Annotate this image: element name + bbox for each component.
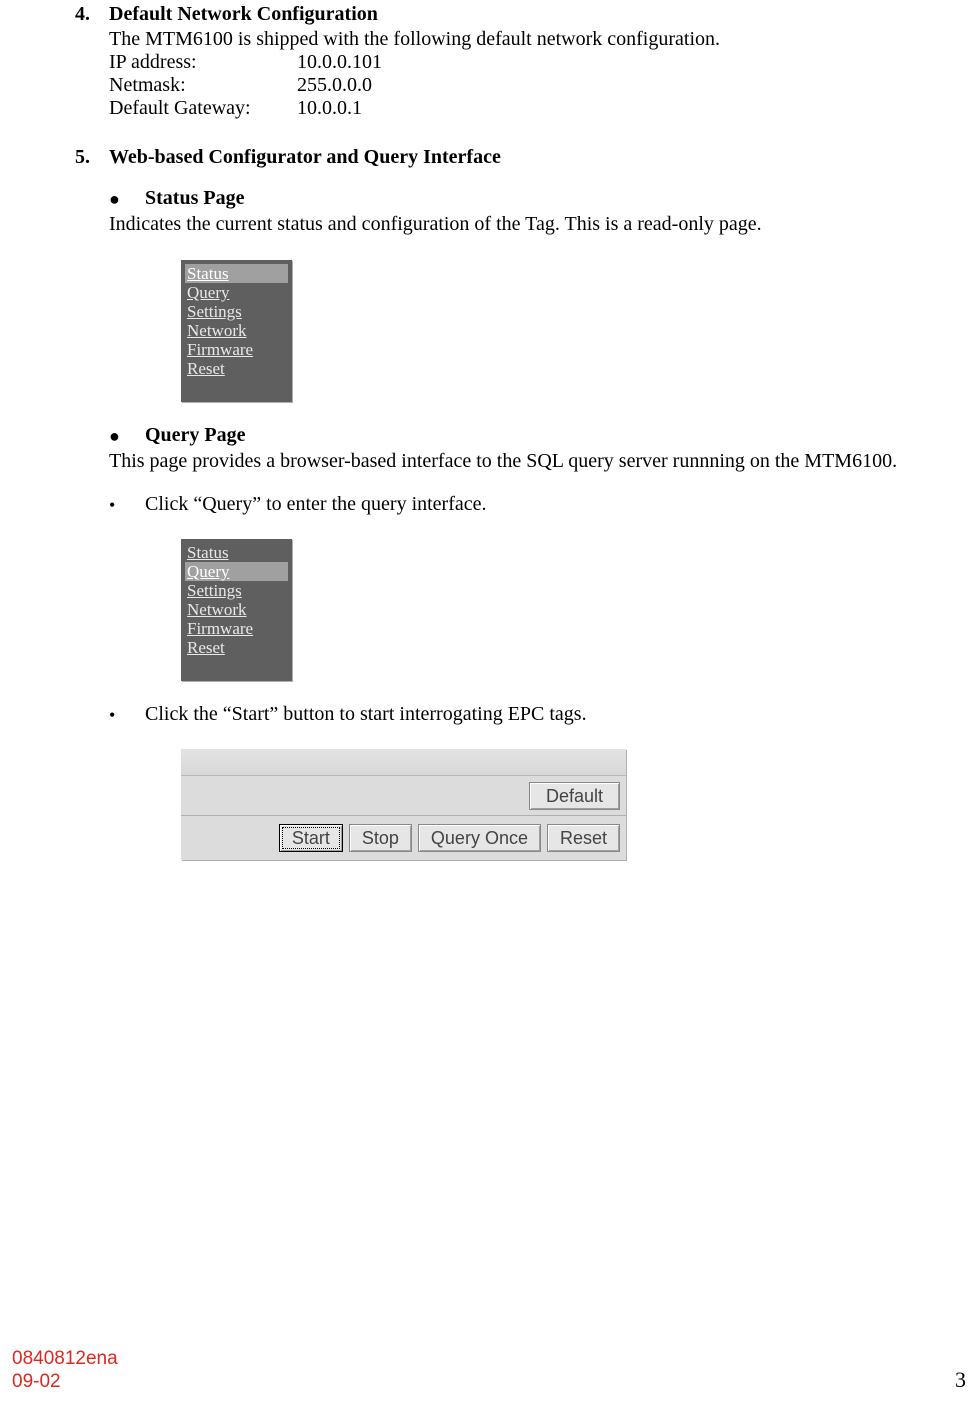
menu-item-reset[interactable]: Reset	[185, 638, 288, 657]
net-value: 10.0.0.101	[297, 51, 382, 74]
section-number: 5.	[75, 146, 109, 169]
net-label: Default Gateway:	[109, 97, 297, 120]
button-bar-screenshot: Default Start Stop Query Once Reset	[181, 749, 626, 860]
net-row-ip: IP address: 10.0.0.101	[109, 51, 950, 74]
query-once-button[interactable]: Query Once	[418, 824, 541, 852]
menu-item-network[interactable]: Network	[185, 321, 288, 340]
start-button[interactable]: Start	[279, 824, 343, 852]
query-page-heading: Query Page	[145, 424, 246, 448]
menu-item-settings[interactable]: Settings	[185, 302, 288, 321]
bullet-icon: •	[109, 703, 145, 727]
menu-item-reset[interactable]: Reset	[185, 359, 288, 378]
query-step-2-text: Click the “Start” button to start interr…	[145, 703, 587, 727]
query-page-bullet: ● Query Page	[109, 424, 950, 448]
stop-button[interactable]: Stop	[349, 824, 412, 852]
section-5-heading: 5. Web-based Configurator and Query Inte…	[75, 146, 950, 169]
status-page-bullet: ● Status Page	[109, 187, 950, 211]
menu-item-query[interactable]: Query	[185, 562, 288, 581]
status-page-desc: Indicates the current status and configu…	[109, 213, 950, 236]
net-label: Netmask:	[109, 74, 297, 97]
net-value: 10.0.0.1	[297, 97, 362, 120]
section-number: 4.	[75, 3, 109, 26]
status-page-heading: Status Page	[145, 187, 244, 211]
menu-item-query[interactable]: Query	[185, 283, 288, 302]
menu-item-status[interactable]: Status	[185, 543, 288, 562]
net-row-mask: Netmask: 255.0.0.0	[109, 74, 950, 97]
section-4-intro: The MTM6100 is shipped with the followin…	[109, 28, 950, 51]
menu-item-firmware[interactable]: Firmware	[185, 619, 288, 638]
menu-item-firmware[interactable]: Firmware	[185, 340, 288, 359]
footer-code: 0840812ena	[12, 1347, 118, 1370]
section-4-body: The MTM6100 is shipped with the followin…	[109, 28, 950, 120]
net-value: 255.0.0.0	[297, 74, 372, 97]
section-title: Web-based Configurator and Query Interfa…	[109, 146, 501, 169]
page-number: 3	[955, 1367, 966, 1393]
query-step-1: • Click “Query” to enter the query inter…	[109, 493, 950, 517]
default-button[interactable]: Default	[529, 782, 620, 810]
nav-menu-screenshot-query: Status Query Settings Network Firmware R…	[181, 539, 292, 681]
net-label: IP address:	[109, 51, 297, 74]
menu-item-settings[interactable]: Settings	[185, 581, 288, 600]
bullet-icon: ●	[109, 187, 145, 211]
footer-doc-info: 0840812ena 09-02	[12, 1347, 118, 1393]
nav-menu-screenshot-status: Status Query Settings Network Firmware R…	[181, 260, 292, 402]
toolbar-strip	[181, 749, 626, 776]
section-title: Default Network Configuration	[109, 3, 378, 26]
query-step-2: • Click the “Start” button to start inte…	[109, 703, 950, 727]
menu-item-status[interactable]: Status	[185, 264, 288, 283]
menu-item-network[interactable]: Network	[185, 600, 288, 619]
net-row-gw: Default Gateway: 10.0.0.1	[109, 97, 950, 120]
bullet-icon: ●	[109, 424, 145, 448]
bullet-icon: •	[109, 493, 145, 517]
query-page-desc: This page provides a browser-based inter…	[109, 450, 950, 473]
section-4-heading: 4. Default Network Configuration	[75, 3, 950, 26]
footer-date: 09-02	[12, 1370, 118, 1393]
reset-button[interactable]: Reset	[547, 824, 620, 852]
query-step-1-text: Click “Query” to enter the query interfa…	[145, 493, 487, 517]
